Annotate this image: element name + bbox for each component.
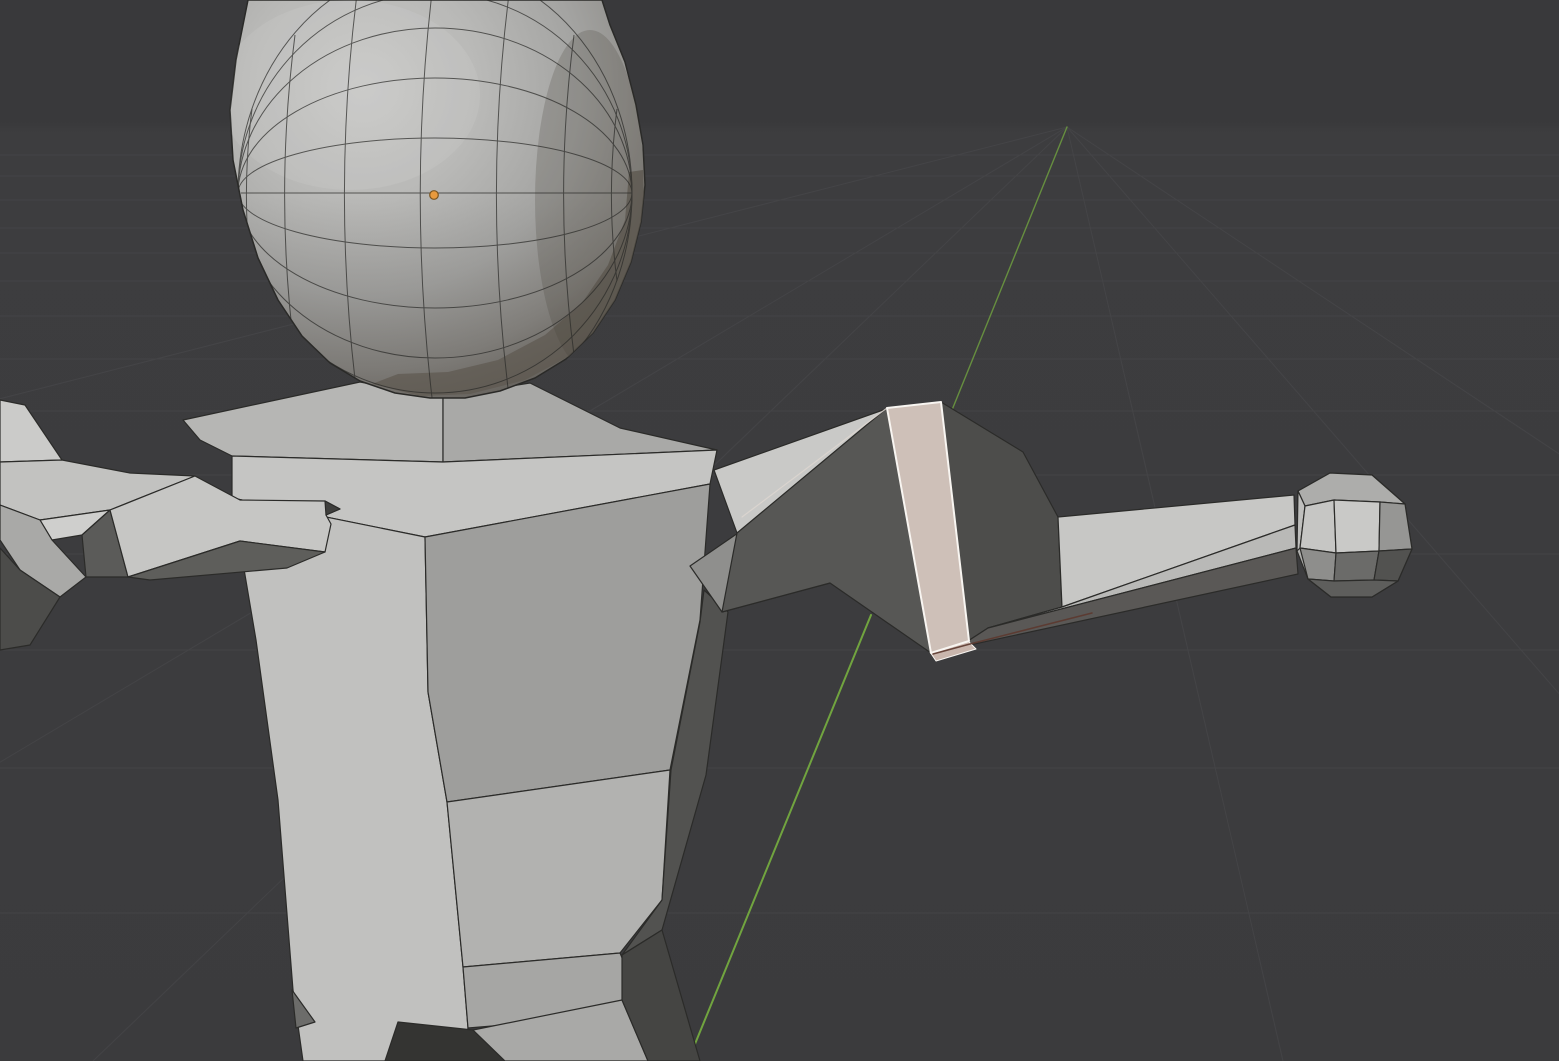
object-origin-dot[interactable] bbox=[430, 191, 439, 200]
hand-ball-mid-center[interactable] bbox=[1334, 500, 1380, 553]
hand-ball-mid-left[interactable] bbox=[1300, 500, 1336, 553]
viewport-3d[interactable] bbox=[0, 0, 1559, 1061]
torso-back-right[interactable] bbox=[425, 484, 710, 802]
hand-ball-bottom-center[interactable] bbox=[1334, 551, 1379, 581]
blender-viewport-canvas[interactable] bbox=[0, 0, 1559, 1061]
